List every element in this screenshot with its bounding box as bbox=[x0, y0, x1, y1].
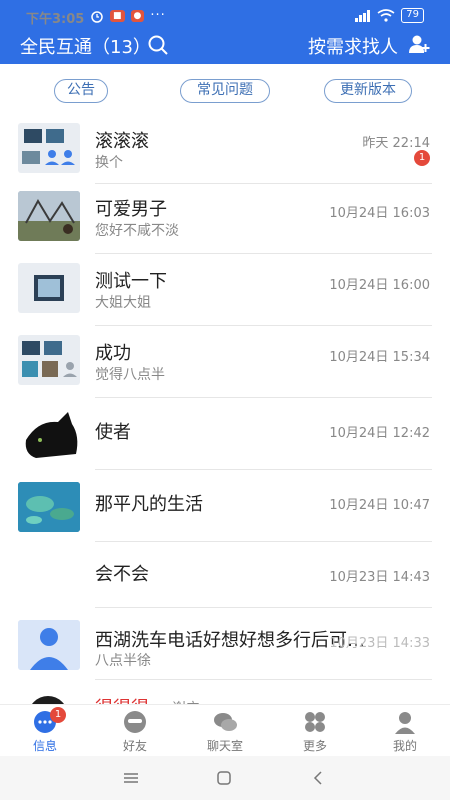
status-bar: 下午3:05 ■ ● ··· 79 bbox=[0, 0, 450, 30]
conversation-preview: 八点半徐 bbox=[95, 653, 151, 669]
unread-badge: 1 bbox=[414, 150, 430, 166]
divider bbox=[95, 679, 432, 680]
more-notifications-icon: ··· bbox=[150, 8, 166, 23]
conversation-time: 10月24日 15:34 bbox=[329, 350, 430, 365]
conversation-time: 10月24日 12:42 bbox=[329, 426, 430, 441]
default-avatar bbox=[18, 620, 80, 670]
app-notification-icon: ■ bbox=[110, 9, 125, 22]
unread-badge: 1 bbox=[50, 707, 66, 723]
conversation-name: 可爱男子 bbox=[95, 199, 167, 220]
conversation-item[interactable]: 那平凡的生活 10月24日 10:47 bbox=[0, 472, 450, 544]
back-icon[interactable] bbox=[308, 768, 328, 788]
tab-label: 聊天室 bbox=[206, 739, 243, 753]
cat-avatar bbox=[18, 410, 80, 460]
system-nav-bar bbox=[0, 756, 450, 800]
conversation-preview: 换个 bbox=[95, 155, 123, 171]
conversation-preview: 觉得八点半 bbox=[95, 367, 165, 383]
grid-icon bbox=[305, 712, 325, 732]
status-notifications: ■ ● ··· bbox=[90, 8, 166, 23]
tab-me[interactable]: 我的 bbox=[360, 709, 450, 754]
app-screen: 下午3:05 ■ ● ··· 79 全民互通（13） 按需求找人 公告 常见问题… bbox=[0, 0, 450, 800]
conversation-item[interactable]: 滚滚滚 换个 昨天 22:14 1 bbox=[0, 112, 450, 184]
conversation-item[interactable]: 成功 觉得八点半 10月24日 15:34 bbox=[0, 328, 450, 400]
conversation-name: 得得得 bbox=[95, 694, 149, 704]
friends-icon bbox=[124, 711, 146, 733]
tab-label: 我的 bbox=[392, 739, 417, 753]
group-avatar bbox=[18, 263, 80, 313]
conversation-list: 滚滚滚 换个 昨天 22:14 1 可爱男子 您好不咸不淡 10月24日 16:… bbox=[0, 108, 450, 704]
conversation-time: 10月24日 16:00 bbox=[329, 278, 430, 293]
divider bbox=[95, 253, 432, 254]
divider bbox=[95, 607, 432, 608]
conversation-item[interactable]: 会不会 10月23日 14:43 bbox=[0, 544, 450, 616]
group-avatar bbox=[18, 123, 80, 173]
divider bbox=[95, 541, 432, 542]
conversation-time: 10月24日 16:03 bbox=[329, 206, 430, 221]
home-icon[interactable] bbox=[214, 768, 234, 788]
top-bar: 下午3:05 ■ ● ··· 79 全民互通（13） 按需求找人 bbox=[0, 0, 450, 64]
island-avatar bbox=[18, 482, 80, 532]
chat-bubbles-icon bbox=[214, 713, 237, 731]
conversation-name: 会不会 bbox=[95, 564, 149, 585]
person-icon bbox=[395, 712, 415, 734]
conversation-time: 10月23日 14:43 bbox=[329, 570, 430, 585]
photo-avatar bbox=[18, 690, 80, 704]
tab-label: 更多 bbox=[302, 739, 327, 753]
tab-label: 信息 bbox=[32, 739, 57, 753]
bottom-nav: 1 信息 好友 聊天室 更多 我的 bbox=[0, 704, 450, 756]
conversation-item[interactable]: 测试一下 大姐大姐 10月24日 16:00 bbox=[0, 256, 450, 328]
conversation-name: 那平凡的生活 bbox=[95, 494, 203, 515]
battery-icon: 79 bbox=[401, 8, 424, 23]
signal-icon bbox=[355, 9, 371, 22]
tab-friends[interactable]: 好友 bbox=[90, 709, 180, 754]
divider bbox=[95, 325, 432, 326]
find-people-button[interactable]: 按需求找人 bbox=[308, 33, 398, 59]
conversation-item[interactable]: 得得得 谢宁 bbox=[0, 682, 450, 704]
tab-more[interactable]: 更多 bbox=[270, 709, 360, 754]
conversation-time: 昨天 22:14 bbox=[362, 136, 430, 151]
tab-chatroom[interactable]: 聊天室 bbox=[180, 709, 270, 754]
message-notification-icon: ● bbox=[130, 9, 145, 22]
conversation-item[interactable]: 西湖洗车电话好想好想多行后可… 10月23日 14:33 八点半徐 bbox=[0, 610, 450, 682]
conversation-preview: 您好不咸不淡 bbox=[95, 223, 179, 239]
conversation-time: 10月24日 10:47 bbox=[329, 498, 430, 513]
divider bbox=[95, 397, 432, 398]
conversation-time: 10月23日 14:33 bbox=[329, 636, 430, 651]
tab-label: 好友 bbox=[122, 739, 147, 753]
wifi-icon bbox=[377, 9, 395, 22]
alarm-icon bbox=[91, 10, 103, 23]
announcement-button[interactable]: 公告 bbox=[54, 79, 108, 103]
add-user-icon[interactable] bbox=[408, 33, 430, 55]
group-avatar bbox=[18, 335, 80, 385]
conversation-preview: 大姐大姐 bbox=[95, 295, 151, 311]
divider bbox=[95, 469, 432, 470]
conversation-name: 成功 bbox=[95, 343, 131, 364]
conversation-name: 测试一下 bbox=[95, 271, 167, 292]
search-icon[interactable] bbox=[147, 34, 169, 56]
update-version-button[interactable]: 更新版本 bbox=[324, 79, 412, 103]
photo-avatar bbox=[18, 191, 80, 241]
conversation-item[interactable]: 可爱男子 您好不咸不淡 10月24日 16:03 bbox=[0, 184, 450, 256]
conversation-name: 使者 bbox=[95, 422, 131, 443]
page-title: 全民互通（13） bbox=[20, 37, 151, 58]
faq-button[interactable]: 常见问题 bbox=[180, 79, 270, 103]
conversation-item[interactable]: 使者 10月24日 12:42 bbox=[0, 400, 450, 472]
conversation-name: 滚滚滚 bbox=[95, 131, 149, 152]
status-system-icons: 79 bbox=[355, 8, 424, 23]
tab-messages[interactable]: 1 信息 bbox=[0, 707, 90, 754]
menu-icon[interactable] bbox=[121, 768, 141, 788]
